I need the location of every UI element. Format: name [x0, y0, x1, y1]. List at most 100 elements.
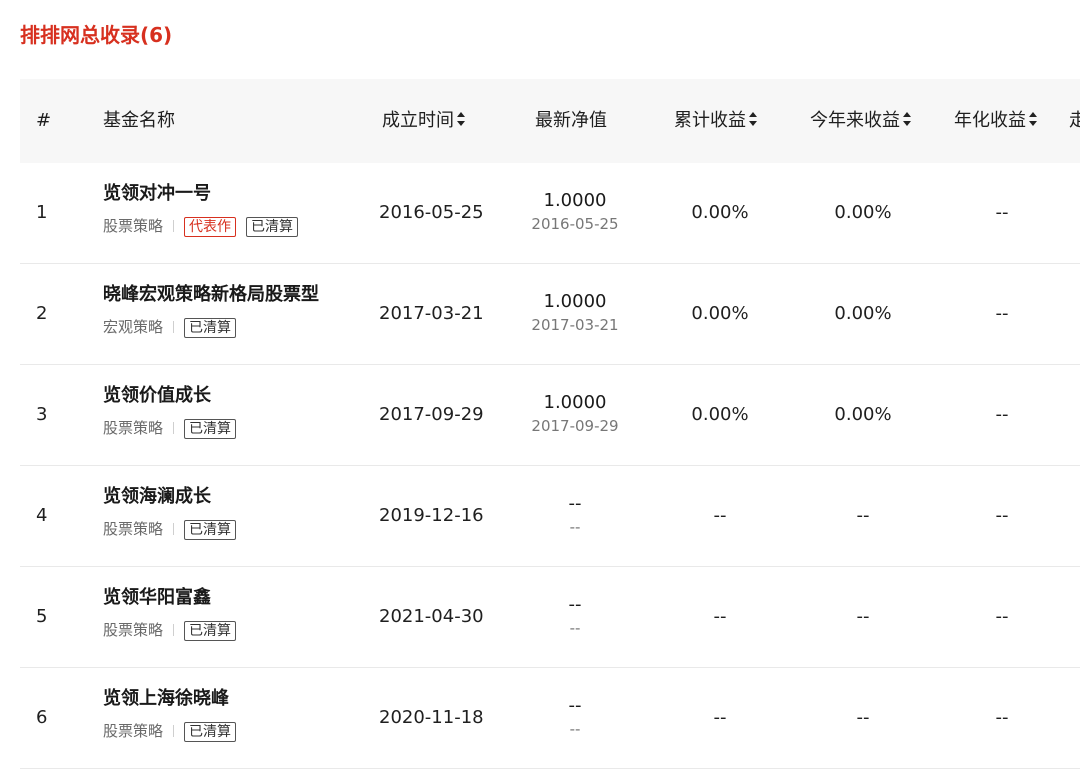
nav-date: -- — [569, 619, 581, 637]
fund-name-cell: 览领华阳富鑫 股票策略 已清算 — [103, 585, 246, 641]
fund-meta: 宏观策略 已清算 — [103, 316, 319, 338]
table-row[interactable]: 3 览领价值成长 股票策略 已清算 2017-09-29 1.0000 2017… — [20, 365, 1080, 466]
table-row[interactable]: 1 览领对冲一号 股票策略 代表作 已清算 2016-05-25 1.0000 2… — [20, 163, 1080, 264]
liquidated-badge: 已清算 — [246, 217, 299, 237]
column-header-founded[interactable]: 成立时间 — [382, 79, 466, 163]
sort-icon[interactable] — [1029, 112, 1038, 126]
annualized-return: -- — [995, 303, 1009, 324]
column-header-ytd[interactable]: 今年来收益 — [810, 79, 912, 163]
tag-list: 已清算 — [184, 720, 246, 742]
column-header-cumulative[interactable]: 累计收益 — [674, 79, 758, 163]
column-header-nav: 最新净值 — [535, 110, 607, 131]
nav-date: 2016-05-25 — [531, 215, 619, 233]
fund-table: # 基金名称 成立时间 最新净值 累计收益 今年来收益 年化收益 走 1 览领对… — [20, 79, 1080, 769]
nav-date: -- — [569, 518, 581, 536]
liquidated-badge: 已清算 — [184, 419, 237, 439]
ytd-return: -- — [856, 505, 870, 526]
fund-meta: 股票策略 已清算 — [103, 417, 246, 439]
sort-icon[interactable] — [749, 112, 758, 126]
nav-cell: -- -- — [510, 693, 640, 739]
table-row[interactable]: 5 览领华阳富鑫 股票策略 已清算 2021-04-30 -- -- -- --… — [20, 567, 1080, 668]
ytd-return: -- — [856, 707, 870, 728]
strategy-label: 股票策略 — [103, 419, 164, 437]
strategy-label: 股票策略 — [103, 621, 164, 639]
strategy-label: 股票策略 — [103, 520, 164, 538]
nav-cell: 1.0000 2017-09-29 — [510, 390, 640, 436]
divider — [173, 422, 175, 434]
cumulative-return: 0.00% — [691, 303, 749, 324]
table-header: # 基金名称 成立时间 最新净值 累计收益 今年来收益 年化收益 走 — [20, 79, 1080, 163]
column-header-trend: 走 — [1069, 110, 1080, 131]
row-index: 3 — [36, 404, 48, 425]
column-header-founded-label: 成立时间 — [382, 110, 454, 131]
nav-value: 1.0000 — [543, 291, 607, 312]
fund-meta: 股票策略 已清算 — [103, 619, 246, 641]
column-header-cumulative-label: 累计收益 — [674, 110, 746, 131]
sort-icon[interactable] — [903, 112, 912, 126]
liquidated-badge: 已清算 — [184, 520, 237, 540]
fund-meta: 股票策略 已清算 — [103, 518, 246, 540]
cumulative-return: 0.00% — [691, 404, 749, 425]
cumulative-return: -- — [713, 505, 727, 526]
column-header-name: 基金名称 — [103, 110, 175, 131]
fund-name-link[interactable]: 览领价值成长 — [103, 383, 246, 409]
row-index: 5 — [36, 606, 48, 627]
annualized-return: -- — [995, 707, 1009, 728]
nav-cell: -- -- — [510, 491, 640, 537]
column-header-index: # — [36, 110, 52, 131]
fund-name-cell: 览领海澜成长 股票策略 已清算 — [103, 484, 246, 540]
annualized-return: -- — [995, 202, 1009, 223]
fund-meta: 股票策略 代表作 已清算 — [103, 215, 308, 237]
liquidated-badge: 已清算 — [184, 621, 237, 641]
nav-date: -- — [569, 720, 581, 738]
table-row[interactable]: 6 览领上海徐晓峰 股票策略 已清算 2020-11-18 -- -- -- -… — [20, 668, 1080, 769]
fund-name-link[interactable]: 晓峰宏观策略新格局股票型 — [103, 282, 319, 308]
column-header-ytd-label: 今年来收益 — [810, 110, 900, 131]
sort-icon[interactable] — [457, 112, 466, 126]
nav-value: -- — [568, 695, 582, 716]
row-index: 1 — [36, 202, 48, 223]
tag-list: 已清算 — [184, 417, 246, 439]
table-row[interactable]: 2 晓峰宏观策略新格局股票型 宏观策略 已清算 2017-03-21 1.000… — [20, 264, 1080, 365]
page-title: 排排网总收录(6) — [20, 23, 173, 47]
fund-name-link[interactable]: 览领对冲一号 — [103, 181, 308, 207]
nav-value: -- — [568, 594, 582, 615]
divider — [173, 725, 175, 737]
cumulative-return: 0.00% — [691, 202, 749, 223]
ytd-return: 0.00% — [834, 404, 892, 425]
annualized-return: -- — [995, 404, 1009, 425]
fund-meta: 股票策略 已清算 — [103, 720, 246, 742]
row-index: 2 — [36, 303, 48, 324]
strategy-label: 股票策略 — [103, 722, 164, 740]
divider — [173, 321, 175, 333]
fund-name-cell: 览领对冲一号 股票策略 代表作 已清算 — [103, 181, 308, 237]
nav-cell: 1.0000 2016-05-25 — [510, 188, 640, 234]
fund-name-link[interactable]: 览领海澜成长 — [103, 484, 246, 510]
ytd-return: 0.00% — [834, 202, 892, 223]
nav-cell: -- -- — [510, 592, 640, 638]
strategy-label: 股票策略 — [103, 217, 164, 235]
nav-cell: 1.0000 2017-03-21 — [510, 289, 640, 335]
nav-date: 2017-03-21 — [531, 316, 619, 334]
annualized-return: -- — [995, 505, 1009, 526]
tag-list: 已清算 — [184, 619, 246, 641]
annualized-return: -- — [995, 606, 1009, 627]
fund-name-cell: 览领上海徐晓峰 股票策略 已清算 — [103, 686, 246, 742]
fund-name-link[interactable]: 览领上海徐晓峰 — [103, 686, 246, 712]
fund-name-link[interactable]: 览领华阳富鑫 — [103, 585, 246, 611]
representative-badge: 代表作 — [184, 217, 237, 237]
fund-name-cell: 览领价值成长 股票策略 已清算 — [103, 383, 246, 439]
liquidated-badge: 已清算 — [184, 318, 237, 338]
founded-date: 2020-11-18 — [379, 707, 484, 728]
ytd-return: -- — [856, 606, 870, 627]
founded-date: 2016-05-25 — [379, 202, 484, 223]
row-index: 6 — [36, 707, 48, 728]
tag-list: 已清算 — [184, 518, 246, 540]
divider — [173, 523, 175, 535]
column-header-annualized[interactable]: 年化收益 — [954, 79, 1038, 163]
founded-date: 2017-03-21 — [379, 303, 484, 324]
divider — [173, 220, 175, 232]
table-row[interactable]: 4 览领海澜成长 股票策略 已清算 2019-12-16 -- -- -- --… — [20, 466, 1080, 567]
fund-name-cell: 晓峰宏观策略新格局股票型 宏观策略 已清算 — [103, 282, 319, 338]
nav-value: 1.0000 — [543, 392, 607, 413]
